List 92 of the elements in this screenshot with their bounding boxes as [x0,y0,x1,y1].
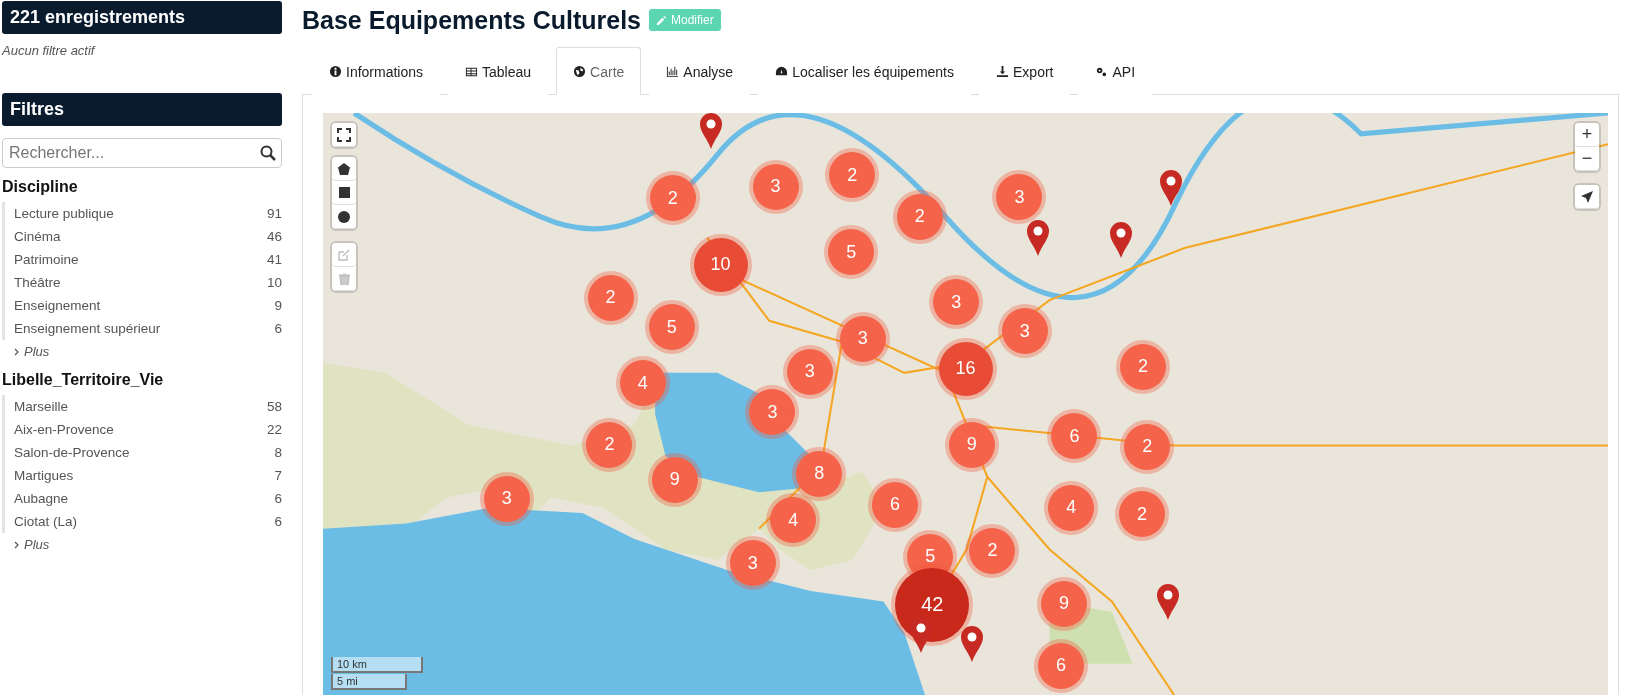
search-field[interactable]: Rechercher... [2,138,282,168]
location-arrow-icon [1581,190,1593,203]
cluster-marker[interactable]: 3 [839,315,886,362]
filters-header: Filtres [2,93,282,126]
locate-button[interactable] [1575,185,1599,209]
cluster-marker[interactable]: 10 [693,237,748,292]
map-pin-icon[interactable] [959,624,984,663]
record-count-header: 221 enregistrements [2,1,282,34]
cluster-marker[interactable]: 4 [619,360,666,407]
circle-icon [338,210,350,223]
bar-chart-icon [666,65,680,78]
facet-item[interactable]: Aix-en-Provence [14,422,114,437]
cluster-marker[interactable]: 6 [1051,413,1098,460]
facet-count: 6 [274,514,282,529]
more-link[interactable]: Plus [24,344,50,359]
cluster-marker[interactable]: 4 [1048,484,1095,531]
cluster-marker[interactable]: 2 [586,421,633,468]
cluster-marker[interactable]: 16 [938,341,993,396]
more-link[interactable]: Plus [24,537,50,552]
facet-count: 58 [266,399,282,414]
map-pin-icon[interactable] [1109,221,1134,260]
search-icon [260,145,276,161]
cluster-marker[interactable]: 6 [1038,642,1084,689]
table-icon [465,65,479,78]
facet-title: Discipline [2,178,79,196]
facet-item[interactable]: Ciotat (La) [14,514,78,529]
facet-item[interactable]: Théâtre [14,275,61,290]
cluster-marker[interactable]: 5 [828,229,875,276]
facet-item[interactable]: Martigues [14,468,74,483]
cluster-marker[interactable]: 2 [1120,343,1166,390]
facet-item[interactable]: Aubagne [14,491,69,506]
pentagon-icon [338,162,350,175]
facet-item[interactable]: Cinéma [14,229,61,244]
map-pin-icon[interactable] [1026,219,1051,258]
page-title: Base Equipements Culturels [302,5,641,35]
gauge-icon [775,65,789,78]
facet-title: Libelle_Territoire_Vie [2,371,165,389]
cluster-marker[interactable]: 2 [587,275,634,321]
cluster-marker[interactable]: 3 [933,279,980,326]
map-pin-icon[interactable] [699,113,724,151]
facet-item[interactable]: Enseignement [14,298,101,313]
map-pin-icon[interactable] [908,616,933,655]
scale-bar: 5 mi [331,674,407,690]
facet-count: 91 [266,206,282,221]
cluster-marker[interactable]: 2 [896,193,943,240]
pencil-icon [656,14,667,26]
facet-item[interactable]: Lecture publique [14,206,114,221]
scale-bar: 10 km [331,657,423,673]
facet-count: 6 [274,321,282,336]
facet-count: 41 [266,252,282,267]
chevron-right-icon [14,347,19,356]
edit-icon [338,248,350,261]
facet-count: 8 [274,445,282,460]
facet-item[interactable]: Enseignement supérieur [14,321,161,336]
facet-item[interactable]: Patrimoine [14,252,79,267]
facet-item[interactable]: Marseille [14,399,68,414]
cluster-marker[interactable]: 3 [752,163,799,210]
fullscreen-button[interactable] [332,123,356,147]
zoom-in-button[interactable]: + [1575,123,1599,147]
facet-count: 46 [266,229,282,244]
download-icon [996,65,1009,78]
cluster-marker[interactable]: 2 [649,175,696,222]
facet-count: 10 [266,275,282,290]
cluster-marker[interactable]: 2 [969,527,1016,574]
filter-status: Aucun filtre actif [2,43,97,58]
fullscreen-icon [337,127,351,142]
facet-count: 7 [274,468,282,483]
cluster-marker[interactable]: 3 [786,348,833,395]
trash-icon [338,272,350,285]
cluster-marker[interactable]: 3 [749,389,796,436]
facet-count: 9 [274,298,282,313]
tab[interactable]: Carte [556,47,642,95]
info-icon [329,65,342,78]
cluster-marker[interactable]: 2 [1124,423,1171,470]
cluster-marker[interactable]: 3 [996,174,1043,221]
cluster-marker[interactable]: 9 [1041,580,1088,627]
chevron-right-icon [14,540,19,549]
cluster-marker[interactable]: 3 [1001,308,1048,355]
cluster-marker[interactable]: 2 [829,152,876,199]
facet-count: 22 [266,422,282,437]
globe-icon [573,65,587,78]
cluster-marker[interactable]: 2 [1118,491,1165,538]
map-pin-icon[interactable] [1155,583,1180,622]
cluster-marker[interactable]: 5 [648,304,695,351]
facet-count: 6 [274,491,282,506]
square-icon [338,187,350,198]
map-pin-icon[interactable] [1159,169,1183,208]
cluster-marker[interactable]: 9 [948,421,995,468]
cluster-marker[interactable]: 6 [871,481,918,528]
facet-item[interactable]: Salon-de-Provence [14,445,130,460]
edit-button[interactable]: Modifier [649,9,721,31]
draw-polygon-button[interactable] [332,157,356,181]
